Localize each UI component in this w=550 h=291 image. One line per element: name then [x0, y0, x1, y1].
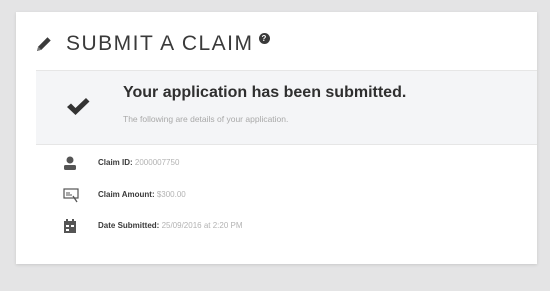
date-submitted-label-text: Date Submitted	[98, 221, 157, 230]
claim-amount-value: $300.00	[156, 190, 186, 199]
receipt-icon	[63, 188, 79, 203]
claim-id-label-text: Claim ID	[98, 158, 131, 167]
help-icon[interactable]: ?	[258, 32, 270, 44]
card-header: SUBMIT A CLAIM ?	[34, 32, 270, 56]
date-submitted-value: 25/09/2016 at 2:20 PM	[161, 221, 243, 230]
user-icon	[64, 156, 76, 170]
claim-amount-label: Claim Amount: $300.00	[98, 190, 186, 199]
date-submitted-row: Date Submitted: 25/09/2016 at 2:20 PM	[62, 218, 482, 234]
success-subtitle: The following are details of your applic…	[123, 114, 289, 124]
checkmark-icon	[67, 98, 90, 115]
claim-id-row: Claim ID: 2000007750	[62, 155, 462, 171]
claim-id-label: Claim ID: 2000007750	[98, 158, 180, 167]
claim-amount-label-text: Claim Amount	[98, 190, 152, 199]
date-submitted-label: Date Submitted: 25/09/2016 at 2:20 PM	[98, 221, 243, 230]
calendar-icon	[64, 219, 76, 233]
claim-card: SUBMIT A CLAIM ? Your application has be…	[16, 12, 537, 264]
success-title: Your application has been submitted.	[123, 84, 407, 101]
page-title: SUBMIT A CLAIM	[66, 32, 254, 55]
success-banner: Your application has been submitted. The…	[36, 70, 537, 145]
pencil-icon	[37, 37, 51, 51]
claim-amount-row: Claim Amount: $300.00	[62, 187, 462, 203]
claim-id-value: 2000007750	[134, 158, 180, 167]
